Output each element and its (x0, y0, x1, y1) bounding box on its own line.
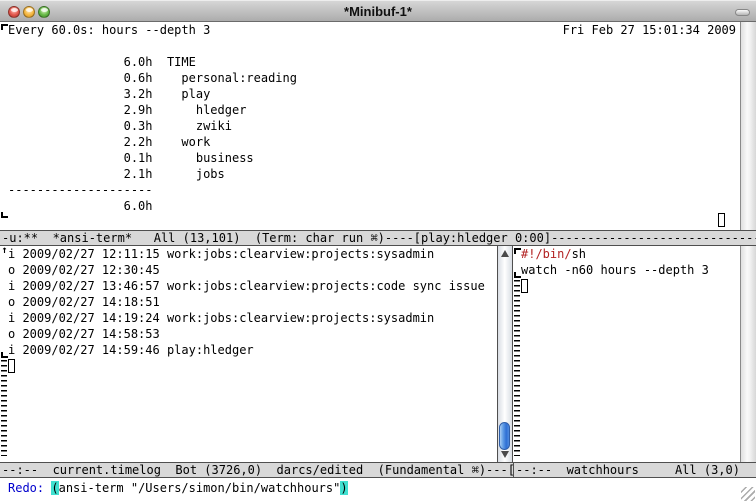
toolbar-toggle-button[interactable] (735, 9, 750, 16)
scroll-up-arrow-icon[interactable] (501, 250, 509, 257)
end-of-buffer-icon (1, 212, 8, 218)
beginning-of-buffer-icon (1, 24, 8, 30)
timelog-scrollbar[interactable] (497, 246, 513, 462)
empty-line-indicators (514, 280, 520, 456)
report-line: 0.1h business (8, 150, 297, 166)
scrollbar-thumb[interactable] (499, 422, 510, 450)
report-line: 0.3h zwiki (8, 118, 297, 134)
timelog-entry: i 2009/02/27 14:19:24 work:jobs:clearvie… (8, 310, 485, 326)
timelog-entry: i 2009/02/27 14:59:46 play:hledger (8, 342, 485, 358)
hours-report: 6.0h TIME 0.6h personal:reading 3.2h pla… (8, 54, 297, 214)
window-resize-grip[interactable] (741, 487, 755, 501)
timelog-entries: i 2009/02/27 12:11:15 work:jobs:clearvie… (8, 246, 485, 358)
minibuffer-command: ansi-term "/Users/simon/bin/watchhours" (59, 481, 341, 495)
beginning-of-buffer-icon (514, 248, 521, 254)
empty-line-indicators (1, 360, 7, 456)
report-line: 2.2h work (8, 134, 297, 150)
watchhours-cursor (521, 279, 528, 293)
report-line: -------------------- (8, 182, 297, 198)
watchhours-modeline[interactable]: --:-- watchhours All (3,0) (Fundamental … (513, 462, 756, 478)
report-line: 6.0h TIME (8, 54, 297, 70)
end-of-buffer-icon (514, 272, 521, 278)
shebang-line: #!/bin/sh (521, 246, 709, 262)
open-paren-highlight: ( (51, 481, 58, 495)
shebang-prefix: #!/bin/ (521, 247, 572, 261)
timelog-modeline[interactable]: --:-- current.timelog Bot (3726,0) darcs… (0, 462, 513, 478)
watchhours-script: #!/bin/sh watch -n60 hours --depth 3 (521, 246, 709, 278)
script-command-line: watch -n60 hours --depth 3 (521, 262, 709, 278)
minibuffer-prompt: Redo: (8, 481, 51, 495)
scroll-down-arrow-icon[interactable] (501, 451, 509, 458)
minibuffer[interactable]: Redo: (ansi-term "/Users/simon/bin/watch… (0, 478, 756, 502)
watch-header-row: Every 60.0s: hours --depth 3 Fri Feb 27 … (8, 22, 736, 38)
report-line: 2.1h jobs (8, 166, 297, 182)
watch-timestamp: Fri Feb 27 15:01:34 2009 (563, 22, 736, 38)
watchhours-scrollbar[interactable] (740, 246, 756, 462)
report-line: 6.0h (8, 198, 297, 214)
ansi-term-modeline[interactable]: -u:** *ansi-term* All (13,101) (Term: ch… (0, 230, 756, 246)
close-paren-highlight: ) (340, 481, 347, 495)
timelog-cursor (8, 359, 15, 373)
terminal-scrollbar[interactable] (740, 22, 756, 230)
window-title: *Minibuf-1* (0, 4, 756, 19)
terminal-cursor (718, 213, 725, 227)
titlebar[interactable]: *Minibuf-1* (0, 0, 756, 22)
timelog-entry: i 2009/02/27 13:46:57 work:jobs:clearvie… (8, 278, 485, 294)
report-line: 2.9h hledger (8, 102, 297, 118)
timelog-entry: i 2009/02/27 12:11:15 work:jobs:clearvie… (8, 246, 485, 262)
timelog-entry: o 2009/02/27 14:58:53 (8, 326, 485, 342)
watch-command-text: Every 60.0s: hours --depth 3 (8, 22, 210, 38)
end-of-buffer-icon (1, 352, 8, 358)
timelog-entry: o 2009/02/27 12:30:45 (8, 262, 485, 278)
buffer-continues-above-icon: ↑ (0, 245, 9, 257)
report-line: 0.6h personal:reading (8, 70, 297, 86)
timelog-entry: o 2009/02/27 14:18:51 (8, 294, 485, 310)
shebang-interpreter: sh (572, 247, 586, 261)
report-line: 3.2h play (8, 86, 297, 102)
